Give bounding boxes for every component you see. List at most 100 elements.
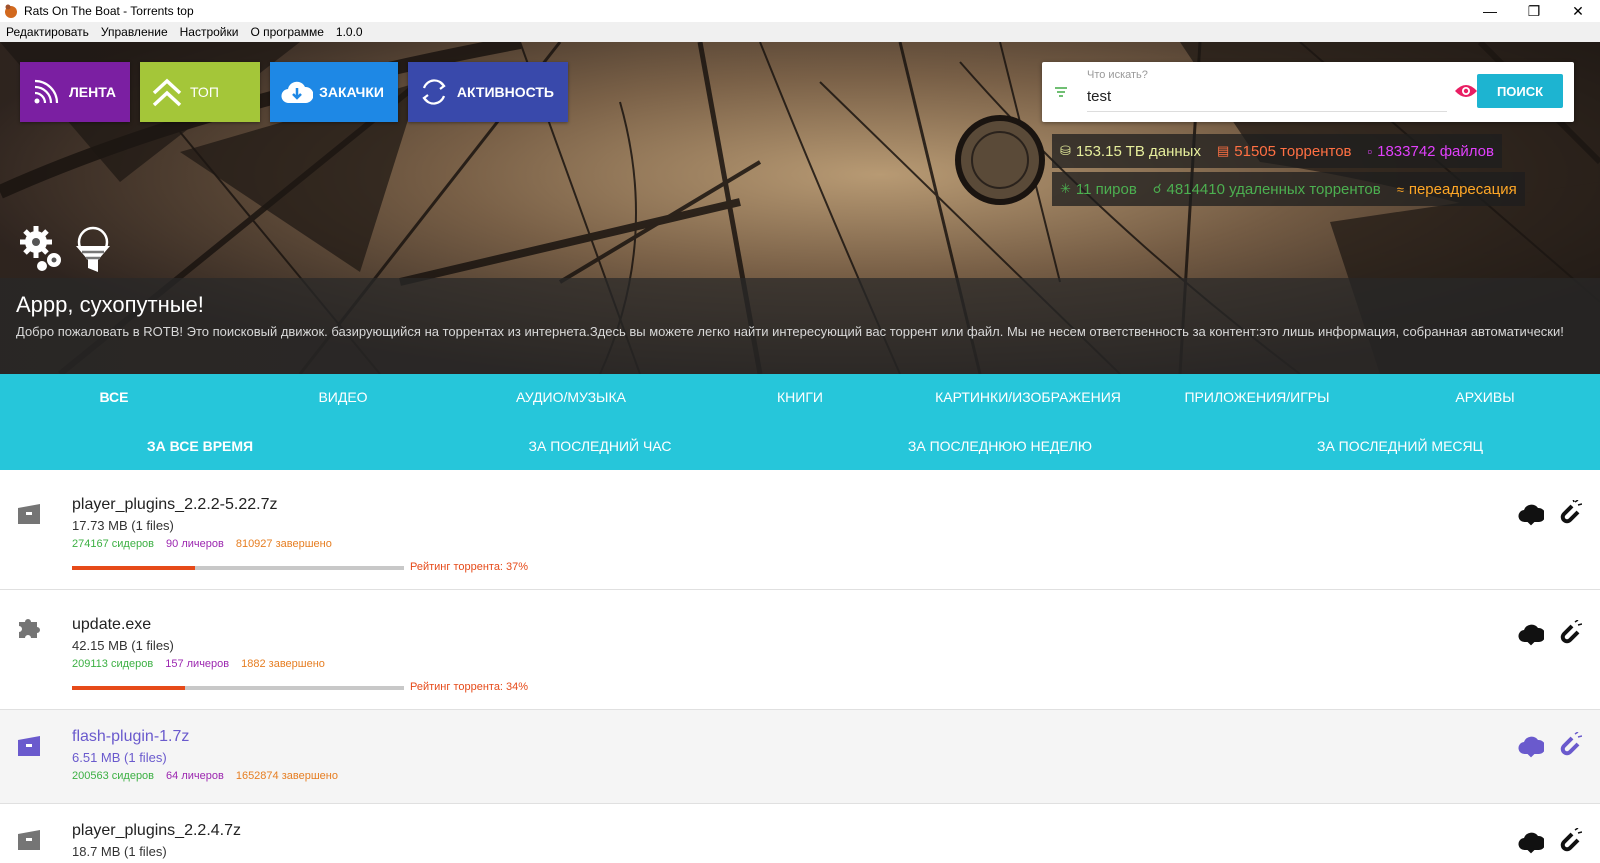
category-pictures[interactable]: КАРТИНКИ/ИЗОБРАЖЕНИЯ [935, 389, 1121, 405]
leechers: 157 личеров [165, 658, 230, 670]
wifi-icon: ≈ [1396, 181, 1404, 197]
stat-torrents: ▤ 51505 торрентов [1208, 134, 1360, 168]
share-icon: ☌ [1152, 181, 1162, 196]
database-icon: ⛁ [1060, 143, 1071, 158]
magnet-icon[interactable] [1556, 732, 1582, 758]
torrent-size: 17.73 MB (1 files) [72, 518, 174, 533]
close-button[interactable]: ✕ [1556, 0, 1600, 22]
period-hour[interactable]: ЗА ПОСЛЕДНИЙ ЧАС [529, 438, 672, 454]
category-bar: ВСЕ ВИДЕО АУДИО/МУЗЫКА КНИГИ КАРТИНКИ/ИЗ… [0, 374, 1600, 470]
leechers: 90 личеров [166, 538, 224, 550]
chevron-up-icon [150, 75, 184, 109]
cloud-download-icon[interactable] [1518, 502, 1544, 526]
archive-icon [18, 736, 40, 756]
eye-icon[interactable] [1454, 82, 1478, 100]
welcome-panel: Аррр, сухопутные! Добро пожаловать в ROT… [0, 278, 1600, 374]
filter-settings-icon[interactable] [76, 226, 110, 272]
menu-about[interactable]: О программе [244, 25, 329, 39]
seeders: 274167 сидеров [72, 538, 155, 550]
welcome-text: Добро пожаловать в ROTB! Это поисковый д… [16, 324, 1564, 339]
settings-area [18, 222, 118, 279]
torrent-size: 6.51 MB (1 files) [72, 750, 167, 765]
seeders: 200563 сидеров [72, 770, 155, 782]
completed: 1652874 завершено [235, 770, 338, 782]
period-week[interactable]: ЗА ПОСЛЕДНЮЮ НЕДЕЛЮ [908, 438, 1092, 454]
stat-remote: ☌ 4814410 удаленных торрентов [1144, 172, 1389, 206]
completed: 1882 завершено [241, 658, 325, 670]
window-controls: — ❐ ✕ [1468, 0, 1600, 22]
magnet-icon[interactable] [1556, 500, 1582, 526]
rating-text: Рейтинг торрента: 34% [410, 681, 529, 693]
menu-control[interactable]: Управление [95, 25, 174, 39]
category-books[interactable]: КНИГИ [777, 389, 823, 405]
torrent-name[interactable]: update.exe [72, 616, 151, 634]
cloud-download-icon[interactable] [1518, 734, 1544, 758]
window-title: Rats On The Boat - Torrents top [24, 4, 194, 18]
settings-gears-icon[interactable] [20, 226, 61, 271]
top-button[interactable]: ТОП [140, 62, 260, 122]
restore-button[interactable]: ❐ [1512, 0, 1556, 22]
rss-icon [30, 75, 63, 109]
feed-label: ЛЕНТА [68, 84, 116, 100]
category-apps[interactable]: ПРИЛОЖЕНИЯ/ИГРЫ [1184, 389, 1329, 405]
downloads-label: ЗАКАЧКИ [319, 84, 384, 100]
category-video[interactable]: ВИДЕО [318, 389, 367, 405]
cloud-download-icon [280, 75, 313, 109]
search-hint: Что искать? [1087, 69, 1148, 81]
completed: 810927 завершено [235, 538, 332, 550]
peers-icon: ✳ [1060, 181, 1071, 196]
archive-icon [18, 504, 40, 524]
category-audio[interactable]: АУДИО/МУЗЫКА [516, 389, 626, 405]
magnet-icon[interactable] [1556, 828, 1582, 854]
category-all[interactable]: ВСЕ [99, 389, 128, 405]
torrent-name[interactable]: player_plugins_2.2.4.7z [72, 822, 241, 840]
torrent-name[interactable]: flash-plugin-1.7z [72, 728, 189, 746]
period-month[interactable]: ЗА ПОСЛЕДНИЙ МЕСЯЦ [1317, 438, 1483, 454]
hero-banner: ЛЕНТА ТОП ЗАКАЧКИ АКТИВНОСТЬ Что искать?… [0, 42, 1600, 374]
menu-edit[interactable]: Редактировать [0, 25, 95, 39]
activity-button[interactable]: АКТИВНОСТЬ [408, 62, 568, 122]
magnet-icon[interactable] [1556, 620, 1582, 646]
filter-icon[interactable] [1054, 86, 1068, 98]
archive-stat-icon: ▤ [1216, 143, 1230, 158]
menu-bar: Редактировать Управление Настройки О про… [0, 22, 1600, 42]
table-row[interactable]: flash-plugin-1.7z 6.51 MB (1 files) 2005… [0, 710, 1600, 804]
table-row[interactable]: update.exe 42.15 MB (1 files) 209113 сид… [0, 590, 1600, 710]
menu-settings[interactable]: Настройки [174, 25, 245, 39]
cloud-download-icon[interactable] [1518, 622, 1544, 646]
torrent-name[interactable]: player_plugins_2.2.2-5.22.7z [72, 496, 277, 514]
rating-bar [72, 686, 404, 690]
stat-files: ▫ 1833742 файлов [1359, 134, 1502, 168]
refresh-icon [418, 75, 451, 109]
downloads-button[interactable]: ЗАКАЧКИ [270, 62, 398, 122]
activity-label: АКТИВНОСТЬ [456, 84, 554, 100]
welcome-title: Аррр, сухопутные! [16, 292, 204, 317]
rating-fill [72, 686, 185, 690]
torrent-meta: 274167 сидеров 90 личеров 810927 заверше… [72, 538, 332, 550]
cloud-download-icon[interactable] [1518, 830, 1544, 854]
menu-version[interactable]: 1.0.0 [330, 25, 369, 39]
rating-fill [72, 566, 195, 570]
seeders: 209113 сидеров [72, 658, 154, 670]
category-archives[interactable]: АРХИВЫ [1455, 389, 1514, 405]
title-bar: Rats On The Boat - Torrents top — ❐ ✕ [0, 0, 1600, 22]
torrent-meta: 209113 сидеров 157 личеров 1882 завершен… [72, 658, 325, 670]
table-row[interactable]: player_plugins_2.2.2-5.22.7z 17.73 MB (1… [0, 470, 1600, 590]
top-label: ТОП [190, 84, 219, 100]
torrent-list: player_plugins_2.2.2-5.22.7z 17.73 MB (1… [0, 470, 1600, 863]
search-button[interactable]: ПОИСК [1477, 74, 1563, 108]
rating-bar [72, 566, 404, 570]
feed-button[interactable]: ЛЕНТА [20, 62, 130, 122]
archive-icon [18, 830, 40, 850]
puzzle-icon [19, 619, 40, 638]
stat-redirect[interactable]: ≈ переадресация [1388, 172, 1525, 206]
minimize-button[interactable]: — [1468, 0, 1512, 22]
torrent-size: 18.7 MB (1 files) [72, 844, 167, 859]
rat-logo-icon [5, 4, 17, 18]
stat-peers: ✳ 11 пиров [1052, 172, 1145, 206]
rating-text: Рейтинг торрента: 37% [410, 561, 529, 573]
torrent-meta: 200563 сидеров 64 личеров 1652874 заверш… [72, 770, 338, 782]
table-row[interactable]: player_plugins_2.2.4.7z 18.7 MB (1 files… [0, 804, 1600, 863]
period-all-time[interactable]: ЗА ВСЕ ВРЕМЯ [147, 438, 253, 454]
search-input[interactable]: test [1087, 88, 1447, 112]
